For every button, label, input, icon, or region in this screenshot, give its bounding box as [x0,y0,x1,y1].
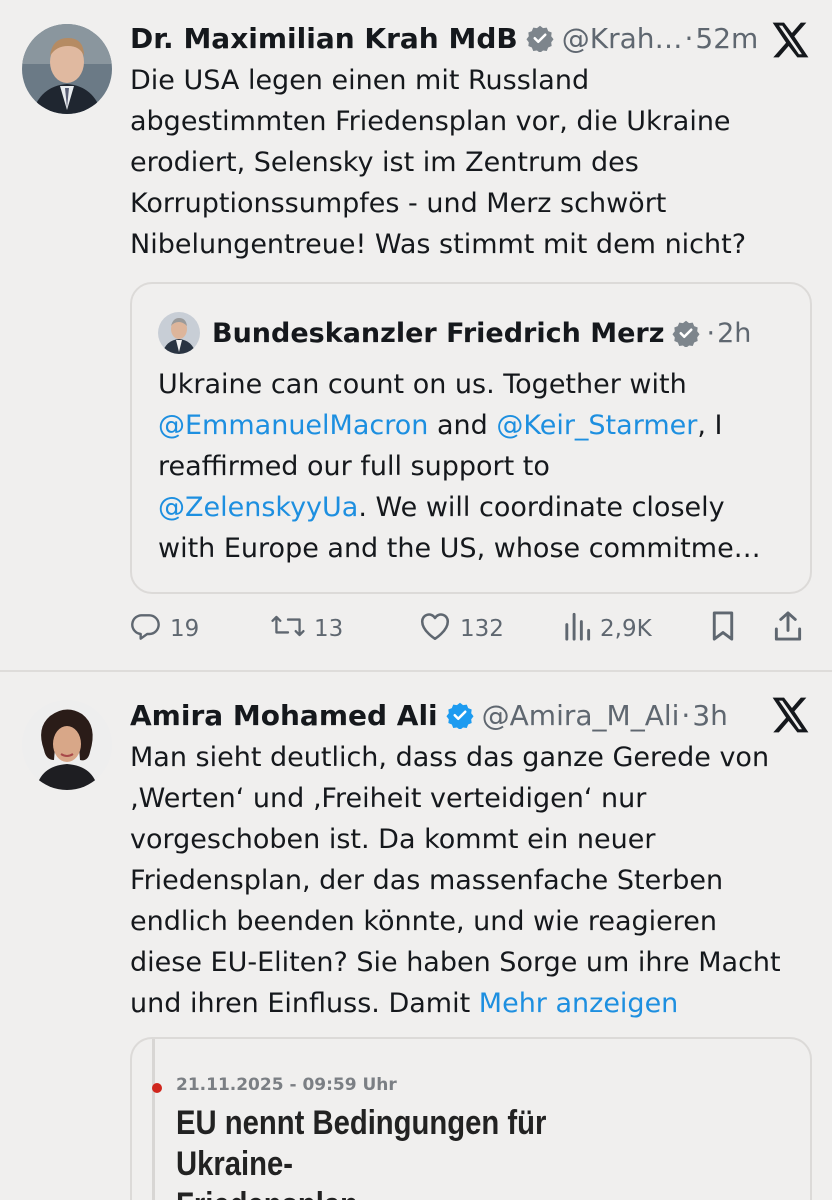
author-handle[interactable]: @Amira_M_Ali [482,699,680,732]
timeline-dot [152,1083,162,1093]
author-handle[interactable]: @Krah… [562,22,683,55]
reply-icon [130,610,170,648]
link-preview-card[interactable]: 21.11.2025 - 09:59 Uhr EU nennt Bedingun… [130,1037,812,1200]
views-icon [562,610,600,648]
quoted-author-name[interactable]: Bundeskanzler Friedrich Merz [212,318,664,349]
news-date: 21.11.2025 - 09:59 Uhr [176,1075,397,1095]
action-bar: 19 13 132 2,9K [130,605,820,653]
verified-badge-icon [446,701,474,730]
post-amira[interactable]: Amira Mohamed Ali @Amira_M_Ali · 3h Man … [0,675,832,1200]
verified-badge-icon [672,319,701,348]
share-button[interactable] [772,605,812,653]
post-divider [0,670,832,672]
post-time[interactable]: 3h [692,699,728,732]
like-icon [418,610,460,648]
author-name[interactable]: Dr. Maximilian Krah MdB [130,22,518,55]
author-name[interactable]: Amira Mohamed Ali [130,699,438,732]
views-count: 2,9K [600,616,652,642]
bookmark-button[interactable] [708,605,746,653]
mention-link-macron[interactable]: @EmmanuelMacron [158,410,428,441]
quoted-post-time[interactable]: 2h [717,318,751,349]
post-header: Dr. Maximilian Krah MdB @Krah… · 52m [130,18,812,58]
x-logo-icon[interactable] [772,697,810,733]
mention-link-zelensky[interactable]: @ZelenskyyUa [158,492,358,523]
separator-dot: · [681,698,691,732]
post-text: Man sieht deutlich, dass das ganze Gered… [130,737,812,1024]
reply-button[interactable]: 19 [130,605,199,653]
quoted-post-text: Ukraine can count on us. Together with @… [158,364,808,569]
bookmark-icon [708,610,746,648]
quoted-post[interactable]: Bundeskanzler Friedrich Merz · 2h Ukrain… [130,282,812,594]
quote-text-part: and [428,410,497,441]
avatar-merz [158,312,200,354]
views-button[interactable]: 2,9K [562,605,652,653]
avatar-krah[interactable] [22,24,112,114]
share-icon [772,610,812,648]
news-headline: EU nennt Bedingungen für Ukraine- Friede… [176,1104,547,1200]
repost-button[interactable]: 13 [270,605,343,653]
avatar-amira[interactable] [22,700,112,790]
quote-text-part: Ukraine can count on us. Together with [158,369,687,400]
show-more-link[interactable]: Mehr anzeigen [479,988,679,1019]
separator-dot: · [706,317,716,349]
quoted-post-header: Bundeskanzler Friedrich Merz · 2h [158,312,751,354]
x-logo-icon[interactable] [772,22,810,58]
post-krah[interactable]: Dr. Maximilian Krah MdB @Krah… · 52m Die… [0,0,832,670]
post-text: Die USA legen einen mit Russland abgesti… [130,65,747,260]
post-text-body: Man sieht deutlich, dass das ganze Gered… [130,742,781,1019]
like-count: 132 [460,616,504,642]
verified-badge-icon [526,24,554,53]
mention-link-starmer[interactable]: @Keir_Starmer [496,410,697,441]
repost-icon [270,610,314,648]
repost-count: 13 [314,616,344,642]
reply-count: 19 [170,616,200,642]
timeline-line [152,1039,155,1200]
like-button[interactable]: 132 [418,605,504,653]
post-time[interactable]: 52m [695,22,758,55]
separator-dot: · [684,21,694,55]
post-header: Amira Mohamed Ali @Amira_M_Ali · 3h [130,695,812,735]
